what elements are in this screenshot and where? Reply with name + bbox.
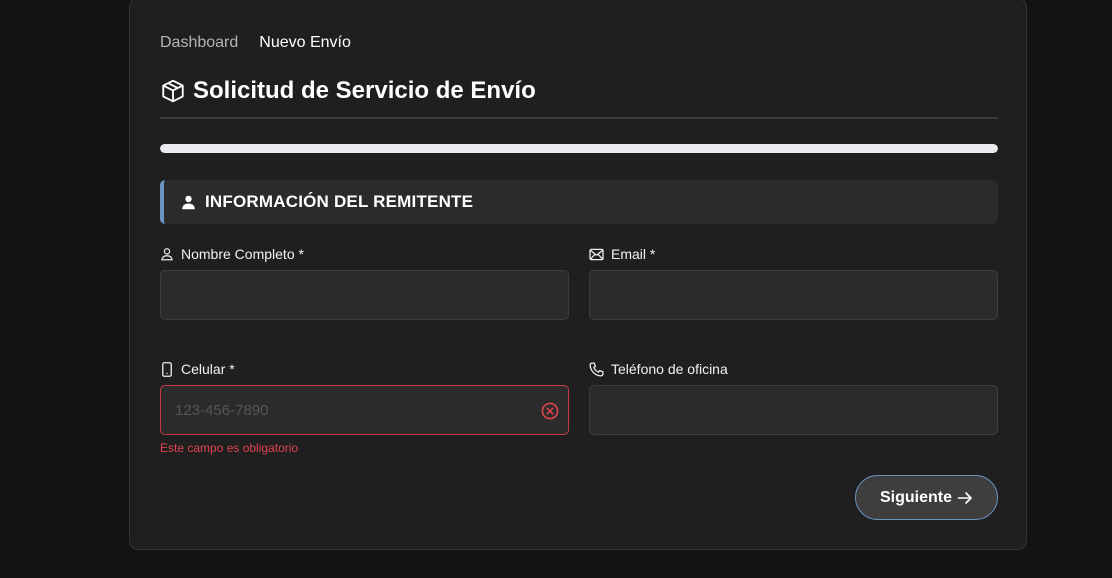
breadcrumb: Dashboard Nuevo Envío <box>160 34 351 52</box>
office-phone-label-text: Teléfono de oficina <box>611 361 728 377</box>
envelope-icon <box>589 248 604 261</box>
full-name-label: Nombre Completo * <box>160 246 304 262</box>
form-progress-fill <box>160 144 998 153</box>
section-title: INFORMACIÓN DEL REMITENTE <box>205 192 474 211</box>
form-progress-bar <box>160 144 998 153</box>
page-title-row: Solicitud de Servicio de Envío <box>160 77 536 105</box>
page-title: Solicitud de Servicio de Envío <box>193 77 536 104</box>
mobile-phone-icon <box>160 361 174 377</box>
email-label-text: Email * <box>611 246 656 262</box>
office-phone-input[interactable] <box>589 385 998 435</box>
mobile-input[interactable] <box>160 385 569 435</box>
section-header-sender: INFORMACIÓN DEL REMITENTE <box>160 180 998 224</box>
package-icon <box>160 78 186 104</box>
shipment-form-card: Dashboard Nuevo Envío Solicitud de Servi… <box>129 0 1027 550</box>
email-label: Email * <box>589 246 655 262</box>
full-name-input[interactable] <box>160 270 569 320</box>
user-outline-icon <box>160 247 174 261</box>
mobile-label: Celular * <box>160 361 235 377</box>
phone-icon <box>589 361 604 377</box>
next-button-label: Siguiente <box>879 488 952 506</box>
full-name-label-text: Nombre Completo * <box>181 246 304 262</box>
mobile-error-message: Este campo es obligatorio <box>160 441 299 455</box>
breadcrumb-dashboard-link[interactable]: Dashboard <box>160 34 238 52</box>
office-phone-label: Teléfono de oficina <box>589 361 728 377</box>
title-divider <box>160 117 998 119</box>
breadcrumb-current: Nuevo Envío <box>259 34 351 51</box>
arrow-right-icon <box>957 491 973 505</box>
next-button[interactable]: Siguiente <box>855 475 998 520</box>
user-icon <box>181 195 196 210</box>
mobile-label-text: Celular * <box>181 361 235 377</box>
error-circle-x-icon <box>541 402 559 420</box>
email-input[interactable] <box>589 270 998 320</box>
